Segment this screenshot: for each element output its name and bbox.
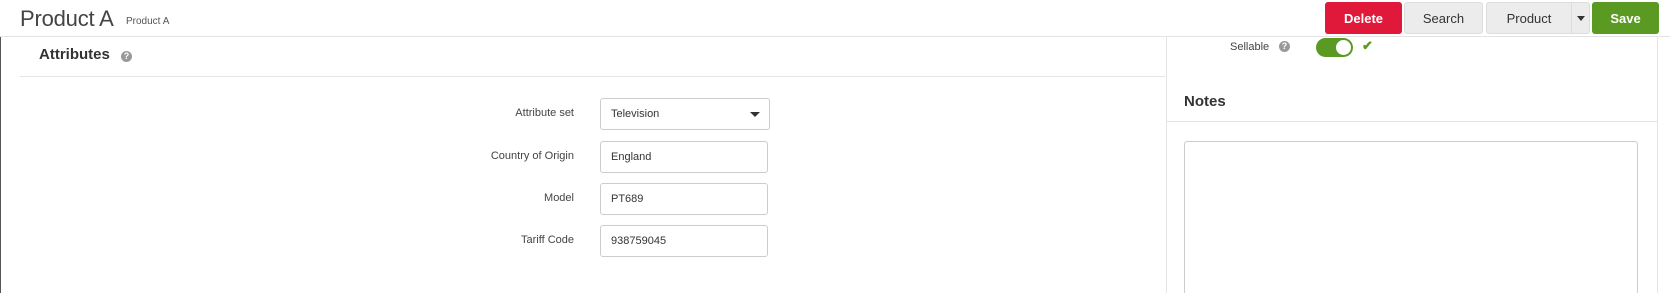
country-of-origin-label: Country of Origin (490, 150, 574, 162)
tariff-code-field[interactable]: 938759045 (600, 225, 768, 257)
page-header: Product A Product A Delete Search Produc… (0, 0, 1670, 37)
tariff-code-value: 938759045 (611, 235, 667, 247)
panel-divider (1166, 37, 1167, 293)
panel-right-edge (1657, 37, 1658, 293)
toggle-knob (1336, 40, 1351, 55)
attribute-set-select[interactable]: Television (600, 98, 770, 130)
attribute-set-value: Television (611, 108, 660, 120)
model-label: Model (544, 192, 574, 204)
sellable-label: Sellable (1230, 41, 1270, 53)
caret-down-icon (1576, 15, 1585, 21)
question-circle-icon[interactable]: ? (1279, 41, 1290, 52)
tariff-code-label: Tariff Code (521, 234, 574, 246)
attribute-set-label: Attribute set (515, 107, 574, 119)
page-subtitle: Product A (126, 16, 170, 27)
page-title: Product A (20, 6, 114, 31)
model-field[interactable]: PT689 (600, 183, 768, 215)
search-button[interactable]: Search (1404, 2, 1483, 34)
question-circle-icon[interactable]: ? (121, 51, 132, 62)
section-divider (20, 76, 1165, 77)
country-of-origin-value: England (611, 151, 652, 163)
product-dropdown-toggle[interactable] (1572, 2, 1590, 34)
caret-down-icon (750, 112, 760, 117)
country-of-origin-field[interactable]: England (600, 141, 768, 173)
product-button[interactable]: Product (1486, 2, 1572, 34)
model-value: PT689 (611, 193, 644, 205)
notes-textarea[interactable] (1184, 141, 1638, 293)
window-left-edge (0, 0, 1, 293)
section-divider (1167, 121, 1657, 122)
notes-section-title: Notes (1184, 93, 1226, 110)
delete-button[interactable]: Delete (1325, 2, 1402, 34)
check-icon: ✔ (1362, 38, 1373, 53)
attributes-section-title: Attributes (39, 46, 110, 63)
save-button[interactable]: Save (1592, 2, 1659, 34)
sellable-toggle[interactable] (1316, 38, 1353, 57)
